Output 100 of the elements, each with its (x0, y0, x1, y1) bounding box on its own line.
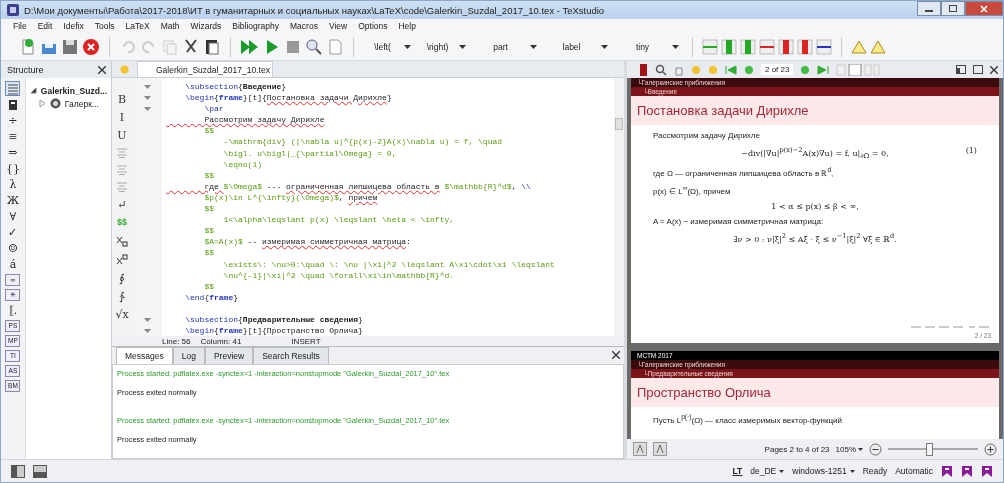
first-page-icon[interactable] (725, 64, 737, 75)
warning-icon[interactable] (870, 38, 886, 55)
symbol-tab[interactable]: ∀ (5, 209, 21, 224)
minimize-button[interactable] (917, 1, 941, 16)
previous-page-icon[interactable] (744, 64, 754, 75)
menu-item[interactable]: LaTeX (125, 21, 150, 31)
scrollbar-thumb[interactable] (615, 118, 623, 130)
symbol-tab[interactable]: ⟦. (5, 303, 21, 318)
fold-icon[interactable] (143, 328, 151, 333)
messages-tab[interactable]: Messages (116, 347, 173, 364)
symbol-tab[interactable]: {} (5, 161, 21, 176)
toolbar-dropdown[interactable]: tiny (615, 38, 683, 55)
menu-item[interactable]: Macros (290, 21, 318, 31)
close-icon[interactable] (612, 351, 620, 359)
subscript-icon[interactable] (116, 235, 128, 247)
format-button[interactable]: U (117, 128, 127, 143)
bookmark-icon[interactable] (961, 464, 973, 478)
toolbar-dropdown[interactable]: \left( (363, 38, 415, 55)
tree-item[interactable]: Галерк... (64, 98, 99, 109)
format-button[interactable]: √x (115, 307, 129, 322)
menu-item[interactable]: Bibliography (232, 21, 280, 31)
menu-item[interactable]: Edit (37, 21, 53, 31)
zoom-dropdown[interactable]: 105% (835, 444, 863, 454)
language-tool-indicator[interactable]: LT (732, 466, 743, 476)
close-icon[interactable] (98, 65, 106, 74)
code-line: \end{frame} (184, 291, 240, 303)
format-button[interactable]: I (119, 110, 125, 125)
warning-icon[interactable] (851, 38, 867, 55)
format-button[interactable]: ↵ (117, 197, 127, 212)
fold-icon[interactable] (143, 106, 151, 111)
table-icon[interactable] (778, 37, 794, 56)
editor-tab[interactable]: Galerkin_Suzdal_2017_10.tex (137, 61, 273, 77)
search-icon[interactable] (655, 63, 667, 76)
code-line: \nu^{-1}|\xi|^2 \quad \forall\xi\in\mathbb{R}^d. (222, 269, 456, 281)
page-layout-icon[interactable] (836, 63, 881, 76)
close-document-icon[interactable] (82, 37, 100, 56)
table-icon[interactable] (759, 37, 775, 56)
language-dropdown[interactable]: de_DE (750, 466, 785, 476)
symbol-tab[interactable]: ☺ (5, 241, 21, 256)
symbol-tab[interactable]: Ж (5, 193, 21, 208)
font-size-icon[interactable] (633, 442, 647, 456)
search-icon[interactable] (305, 37, 323, 56)
messages-tab[interactable]: Preview (204, 347, 254, 364)
window-icon[interactable] (973, 65, 983, 74)
menu-item[interactable]: Options (358, 21, 388, 31)
close-button[interactable] (965, 1, 1003, 16)
save-icon[interactable] (61, 37, 79, 56)
menu-item[interactable]: Wizards (190, 21, 222, 31)
next-page-icon[interactable] (800, 64, 811, 75)
fold-icon[interactable] (143, 95, 151, 100)
menu-item[interactable]: Idefix (63, 21, 84, 31)
layout-icon[interactable] (33, 464, 47, 478)
symbol-tab[interactable]: λ (5, 177, 21, 192)
align-icon[interactable] (117, 165, 127, 175)
menu-item[interactable]: Help (398, 21, 416, 31)
table-icon[interactable] (797, 37, 813, 56)
align-icon[interactable] (117, 148, 127, 158)
build-and-view-icon[interactable] (240, 37, 260, 56)
symbol-tab[interactable]: ≡ (5, 129, 21, 144)
symbol-tab[interactable]: ✓ (5, 225, 21, 240)
menu-item[interactable]: View (328, 21, 348, 31)
tree-item[interactable]: Galerkin_Suzd... (40, 85, 107, 96)
symbol-tab[interactable]: á (5, 257, 21, 272)
font-size-icon[interactable] (653, 442, 667, 456)
bookmark-icon[interactable] (981, 464, 993, 478)
format-button[interactable]: B (117, 92, 127, 107)
menu-item[interactable]: Math (160, 21, 180, 31)
format-button[interactable]: ∱ (119, 289, 125, 304)
superscript-icon[interactable] (116, 254, 128, 266)
last-page-icon[interactable] (817, 64, 830, 75)
new-file-icon[interactable] (19, 37, 37, 56)
zoom-out-icon[interactable] (869, 442, 882, 456)
bookmark-icon[interactable] (941, 464, 953, 478)
symbol-tab[interactable]: ⇒ (5, 145, 21, 160)
dock-icon[interactable] (956, 65, 966, 74)
code-line: $$ (203, 169, 215, 181)
toolbar-dropdown[interactable]: part (473, 38, 541, 55)
layout-icon[interactable] (11, 464, 25, 478)
toolbar-dropdown[interactable]: \right) (418, 38, 470, 55)
menu-item[interactable]: Tools (94, 21, 115, 31)
close-icon[interactable] (990, 65, 998, 74)
table-icon[interactable] (816, 37, 832, 56)
bookmark-icon[interactable] (639, 63, 648, 76)
caret-icon (849, 469, 855, 473)
zoom-in-icon[interactable] (984, 442, 997, 456)
messages-tab[interactable]: Log (172, 347, 205, 364)
align-icon[interactable] (117, 182, 127, 192)
toolbar-dropdown[interactable]: label (544, 38, 612, 55)
symbol-tab[interactable]: ÷ (5, 113, 21, 128)
maximize-button[interactable] (941, 1, 965, 16)
fold-icon[interactable] (143, 84, 151, 89)
menu-item[interactable]: File (13, 21, 27, 31)
page-field[interactable]: 2 of 23 (761, 64, 794, 75)
slider-thumb[interactable] (925, 442, 933, 456)
messages-tab[interactable]: Search Results (253, 347, 329, 364)
format-button[interactable]: ∮ (119, 271, 125, 286)
paste-icon[interactable] (203, 37, 221, 56)
expand-icon[interactable] (29, 87, 37, 94)
encoding-dropdown[interactable]: windows-1251 (792, 466, 855, 476)
fold-icon[interactable] (143, 317, 151, 322)
